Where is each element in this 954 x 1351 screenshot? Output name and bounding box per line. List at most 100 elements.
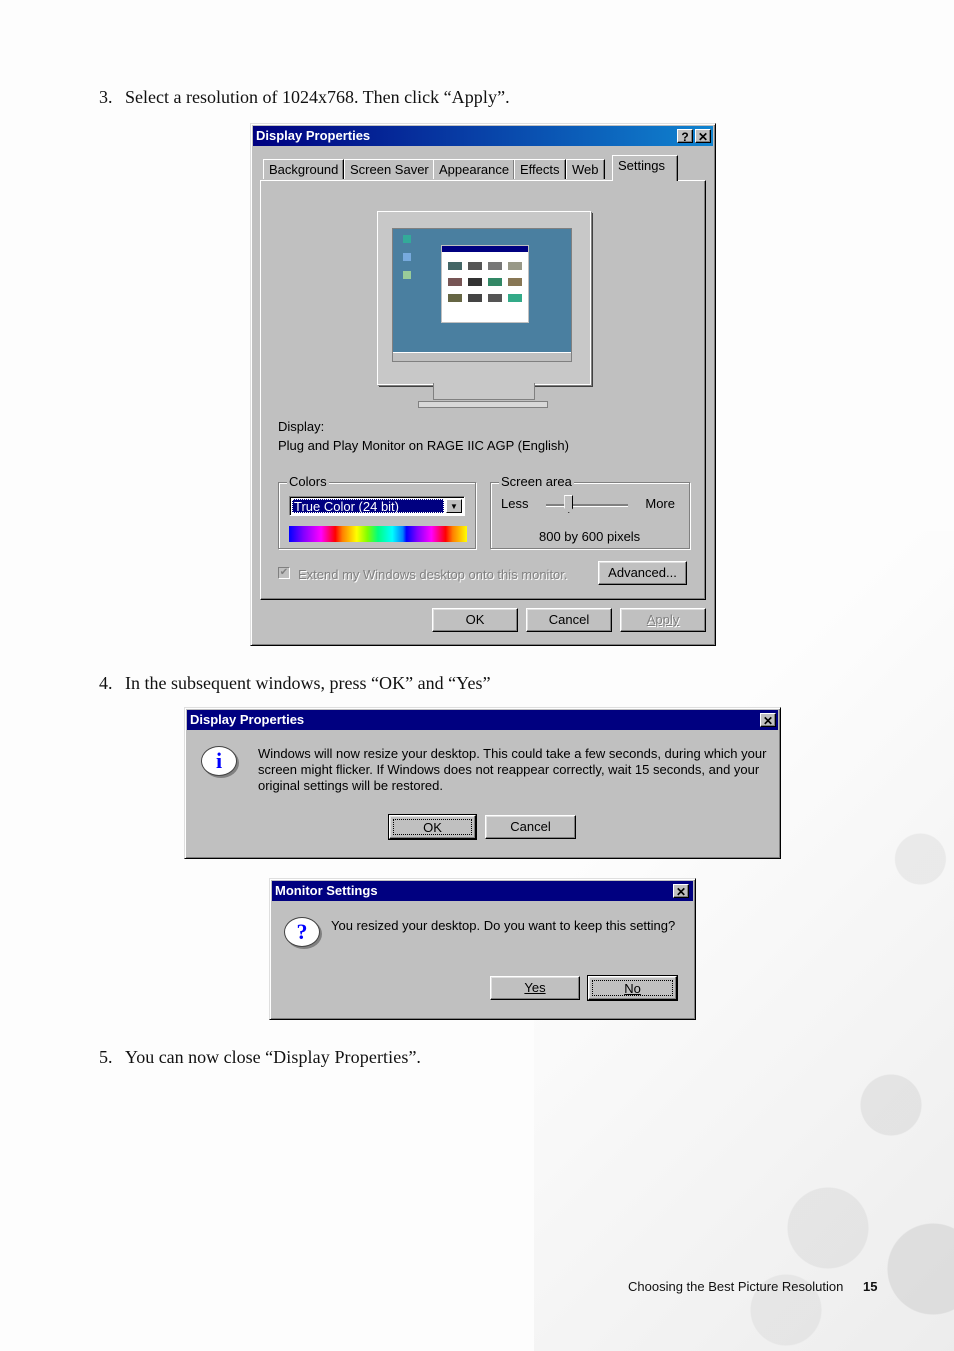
screen-area-group: Screen area Less More 800 by 600 pixels bbox=[490, 474, 690, 549]
ok-button-label: OK bbox=[393, 819, 472, 835]
settings-panel: Display: Plug and Play Monitor on RAGE I… bbox=[260, 180, 706, 600]
desktop-window bbox=[441, 245, 529, 323]
cancel-button-label: Cancel bbox=[548, 612, 590, 627]
monitor-settings-dialog: Monitor Settings ✕ ? You resized your de… bbox=[269, 878, 696, 1020]
close-icon: ✕ bbox=[697, 130, 709, 144]
close-button[interactable]: ✕ bbox=[695, 129, 711, 144]
colors-group: Colors True Color (24 bit) ▼ bbox=[278, 474, 476, 549]
step-tail: ”. bbox=[408, 1047, 421, 1067]
tab-web[interactable]: Web bbox=[566, 159, 605, 179]
desktop-icons bbox=[399, 235, 419, 289]
folder-icon bbox=[508, 262, 522, 270]
close-icon: ✕ bbox=[762, 714, 774, 728]
slider-less-label: Less bbox=[501, 496, 529, 511]
ok-button[interactable]: OK bbox=[388, 814, 477, 840]
step-tail: ”. bbox=[497, 87, 510, 107]
monitor-base bbox=[418, 401, 548, 408]
dialog-title: Display Properties bbox=[190, 712, 305, 727]
no-button[interactable]: No bbox=[587, 975, 678, 1001]
step-text: Select a resolution of 1024x768. Then cl… bbox=[125, 87, 452, 107]
desktop-window-icons bbox=[442, 252, 528, 312]
resize-confirm-dialog: Display Properties ✕ i Windows will now … bbox=[184, 707, 781, 859]
apply-button[interactable]: Apply bbox=[620, 608, 706, 632]
step-number: 3. bbox=[99, 87, 113, 107]
cancel-button[interactable]: Cancel bbox=[485, 815, 576, 839]
title-bar: Display Properties ✕ bbox=[187, 710, 778, 730]
title-bar: Display Properties ? ✕ bbox=[253, 126, 713, 146]
step-3: 3. Select a resolution of 1024x768. Then … bbox=[99, 86, 510, 108]
apply-button-label: Apply bbox=[646, 612, 680, 627]
folder-icon bbox=[468, 294, 482, 302]
folder-icon bbox=[508, 278, 522, 286]
step-text: You can now close “ bbox=[125, 1047, 274, 1067]
tab-appearance[interactable]: Appearance bbox=[433, 159, 516, 179]
window-title: Display Properties bbox=[256, 128, 371, 143]
monitor-preview bbox=[377, 211, 591, 408]
color-spectrum-bar bbox=[289, 526, 467, 542]
step-mid: ” and “ bbox=[405, 673, 457, 693]
folder-icon bbox=[468, 278, 482, 286]
advanced-button-label: Advanced... bbox=[608, 565, 677, 580]
yes-button-label: Yes bbox=[524, 980, 546, 995]
no-button-label: No bbox=[592, 980, 673, 996]
folder-icon bbox=[488, 278, 502, 286]
cancel-button[interactable]: Cancel bbox=[526, 608, 612, 632]
ok-button-label: OK bbox=[465, 612, 485, 627]
step-emphasis-2: Yes bbox=[456, 673, 483, 693]
folder-icon bbox=[448, 262, 462, 270]
page-number: 15 bbox=[862, 1279, 878, 1294]
desktop-taskbar bbox=[393, 352, 571, 361]
page-footer: Choosing the Best Picture Resolution 15 bbox=[628, 1279, 877, 1294]
dialog-message: Windows will now resize your desktop. Th… bbox=[258, 746, 767, 793]
folder-icon bbox=[448, 294, 462, 302]
recycle-bin-icon bbox=[403, 271, 411, 279]
resolution-value: 800 by 600 pixels bbox=[539, 529, 641, 544]
ok-button[interactable]: OK bbox=[432, 608, 518, 632]
screen-area-legend: Screen area bbox=[499, 474, 574, 489]
resolution-slider[interactable] bbox=[546, 495, 628, 513]
title-bar: Monitor Settings ✕ bbox=[272, 881, 693, 901]
colors-legend: Colors bbox=[287, 474, 329, 489]
display-properties-window: Display Properties ? ✕ Background Screen… bbox=[250, 123, 716, 646]
close-button[interactable]: ✕ bbox=[760, 713, 776, 728]
dropdown-arrow-icon[interactable]: ▼ bbox=[446, 499, 462, 513]
tab-background[interactable]: Background bbox=[263, 159, 345, 179]
step-tail: ” bbox=[482, 673, 491, 693]
step-5: 5. You can now close “Display Properties”… bbox=[99, 1046, 421, 1068]
dialog-message: You resized your desktop. Do you want to… bbox=[331, 918, 676, 933]
yes-button[interactable]: Yes bbox=[490, 976, 580, 1000]
slider-thumb[interactable] bbox=[564, 495, 574, 513]
step-text: In the subsequent windows, press “ bbox=[125, 673, 379, 693]
step-emphasis: Display Properties bbox=[273, 1047, 409, 1067]
colors-selected-value: True Color (24 bit) bbox=[292, 499, 444, 514]
step-4: 4. In the subsequent windows, press “OK” … bbox=[99, 672, 491, 694]
my-computer-icon bbox=[403, 235, 411, 243]
dialog-title: Monitor Settings bbox=[275, 883, 378, 898]
advanced-button[interactable]: Advanced... bbox=[598, 561, 687, 585]
tab-screen-saver[interactable]: Screen Saver bbox=[344, 159, 435, 179]
help-icon: ? bbox=[681, 130, 689, 144]
tab-effects[interactable]: Effects bbox=[514, 159, 566, 179]
display-label: Display: bbox=[278, 419, 325, 434]
step-number: 5. bbox=[99, 1047, 113, 1067]
step-emphasis: Apply bbox=[451, 87, 498, 107]
extend-checkbox-label: Extend my Windows desktop onto this moni… bbox=[298, 567, 568, 582]
monitor-screen bbox=[392, 228, 572, 362]
folder-icon bbox=[468, 262, 482, 270]
extend-checkbox[interactable]: ✔ bbox=[278, 567, 290, 579]
slider-more-label: More bbox=[645, 496, 675, 511]
folder-icon bbox=[508, 294, 522, 302]
tab-settings[interactable]: Settings bbox=[612, 155, 678, 181]
step-number: 4. bbox=[99, 673, 113, 693]
info-icon: i bbox=[201, 746, 237, 776]
display-value: Plug and Play Monitor on RAGE IIC AGP (E… bbox=[278, 438, 569, 453]
colors-select[interactable]: True Color (24 bit) ▼ bbox=[289, 496, 465, 516]
close-button[interactable]: ✕ bbox=[673, 884, 689, 899]
monitor-stand bbox=[433, 383, 535, 400]
step-emphasis: OK bbox=[378, 673, 406, 693]
help-button[interactable]: ? bbox=[677, 129, 693, 144]
folder-icon bbox=[488, 262, 502, 270]
footer-section-title: Choosing the Best Picture Resolution bbox=[628, 1279, 844, 1294]
slider-track bbox=[546, 504, 628, 507]
question-icon-glyph: ? bbox=[296, 919, 308, 944]
